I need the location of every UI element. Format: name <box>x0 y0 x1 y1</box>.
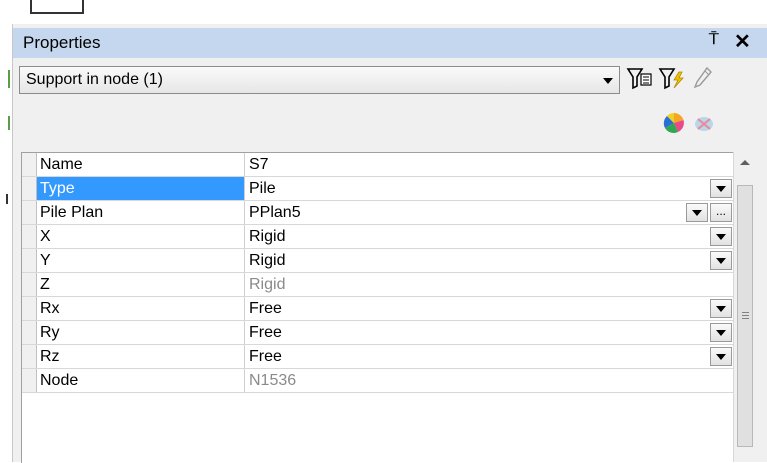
row-header <box>22 369 37 392</box>
property-row-ry: Ry Free <box>22 321 734 345</box>
dropdown-button[interactable] <box>710 227 732 246</box>
vertical-scrollbar[interactable] <box>733 152 756 462</box>
properties-panel: Properties ⍑ ✕ Support in node (1) Name … <box>12 24 767 463</box>
property-row-rz: Rz Free <box>22 345 734 369</box>
property-value-text: Pile <box>249 180 276 197</box>
dropdown-button[interactable] <box>710 323 732 342</box>
property-row-node: Node N1536 <box>22 369 734 393</box>
grip-line <box>742 315 749 316</box>
property-row-type: Type Pile <box>22 177 734 201</box>
left-gutter <box>0 24 12 462</box>
filter-lightning-icon[interactable] <box>657 64 687 92</box>
property-label[interactable]: Rz <box>37 345 245 368</box>
row-header <box>22 153 37 176</box>
row-header <box>22 297 37 320</box>
top-tab[interactable] <box>30 0 84 14</box>
property-label[interactable]: Node <box>37 369 245 392</box>
dropdown-button[interactable] <box>686 203 708 222</box>
clear-color-icon[interactable] <box>689 110 719 136</box>
property-value-text: Free <box>249 348 282 365</box>
row-header <box>22 201 37 224</box>
ellipsis-button[interactable]: ... <box>710 203 732 222</box>
property-label[interactable]: X <box>37 225 245 248</box>
scroll-up-arrow-icon[interactable] <box>734 152 756 172</box>
dropdown-button[interactable] <box>710 299 732 318</box>
property-value-text: Free <box>249 300 282 317</box>
color-wheel-icon[interactable] <box>659 110 689 136</box>
property-label[interactable]: Rx <box>37 297 245 320</box>
close-icon[interactable]: ✕ <box>734 29 751 54</box>
row-header <box>22 273 37 296</box>
scroll-thumb[interactable] <box>737 185 753 447</box>
property-label[interactable]: Y <box>37 249 245 272</box>
dropdown-button[interactable] <box>710 179 732 198</box>
property-value[interactable]: Free <box>246 297 734 320</box>
property-value-text: Free <box>249 324 282 341</box>
top-strip <box>0 0 767 24</box>
row-header <box>22 249 37 272</box>
property-grid: Name S7 Type Pile Pile Plan PPlan5 ... X <box>21 152 734 463</box>
pencil-icon[interactable] <box>689 64 719 92</box>
chevron-down-icon <box>603 78 613 84</box>
property-row-x: X Rigid <box>22 225 734 249</box>
property-row-pile-plan: Pile Plan PPlan5 ... <box>22 201 734 225</box>
property-label[interactable]: Ry <box>37 321 245 344</box>
gutter-marker <box>8 70 10 88</box>
panel-title-bar: Properties ⍑ ✕ <box>13 28 767 58</box>
property-value[interactable]: Rigid <box>246 225 734 248</box>
gutter-marker <box>8 116 10 130</box>
property-value[interactable]: Free <box>246 345 734 368</box>
filter-icon[interactable] <box>625 64 655 92</box>
property-row-y: Y Rigid <box>22 249 734 273</box>
property-value[interactable]: Rigid <box>246 249 734 272</box>
property-value-text: Rigid <box>249 228 286 245</box>
property-value[interactable]: S7 <box>246 153 734 176</box>
property-value[interactable]: PPlan5 ... <box>246 201 734 224</box>
property-row-rx: Rx Free <box>22 297 734 321</box>
property-row-z: Z Rigid <box>22 273 734 297</box>
property-value: Rigid <box>249 276 286 293</box>
property-label[interactable]: Type <box>37 177 245 200</box>
property-value[interactable]: Free <box>246 321 734 344</box>
property-value-text: Rigid <box>249 252 286 269</box>
dropdown-button[interactable] <box>710 251 732 270</box>
property-value[interactable]: Pile <box>246 177 734 200</box>
property-row-name: Name S7 <box>22 153 734 177</box>
selector-value: Support in node (1) <box>26 71 163 88</box>
panel-title: Properties <box>23 33 101 52</box>
property-label[interactable]: Pile Plan <box>37 201 245 224</box>
object-selector-dropdown[interactable]: Support in node (1) <box>19 66 620 94</box>
grip-line <box>742 312 749 313</box>
row-header <box>22 177 37 200</box>
property-label[interactable]: Z <box>37 273 245 296</box>
dropdown-button[interactable] <box>710 347 732 366</box>
gutter-marker <box>6 194 8 204</box>
property-value-text: PPlan5 <box>249 204 301 221</box>
grip-line <box>742 318 749 319</box>
pin-icon[interactable]: ⍑ <box>709 31 719 49</box>
row-header <box>22 345 37 368</box>
row-header <box>22 225 37 248</box>
row-header <box>22 321 37 344</box>
property-label[interactable]: Name <box>37 153 245 176</box>
property-value: N1536 <box>249 372 297 389</box>
